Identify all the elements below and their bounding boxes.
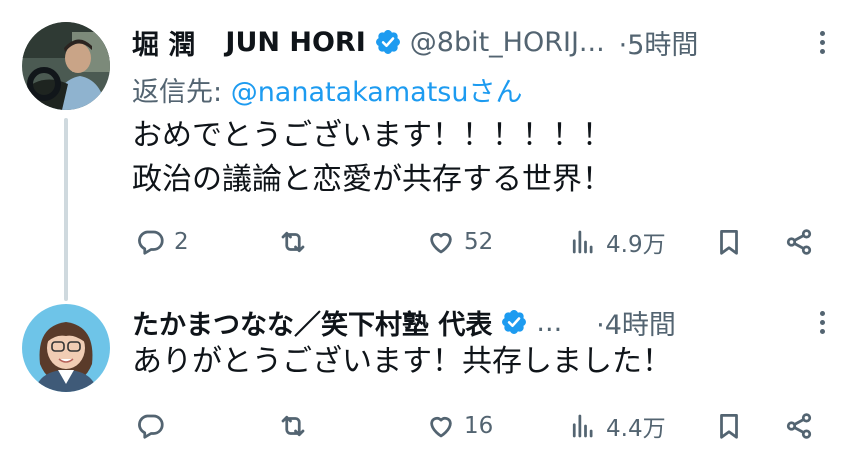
avatar-image [22, 304, 110, 392]
bookmark-button[interactable] [714, 222, 744, 262]
share-button[interactable] [784, 406, 814, 446]
retweet-button[interactable] [278, 222, 316, 262]
tweet-header: 堀 潤 JUN HORI @8bit_HORIJ... ·5時間 [132, 20, 828, 64]
display-name[interactable]: たかまつなな／笑下村塾 代表 [132, 303, 492, 342]
share-icon [786, 413, 812, 439]
tweet-1[interactable]: 堀 潤 JUN HORI @8bit_HORIJ... ·5時間 返信先: @n… [0, 0, 864, 301]
like-button[interactable]: 52 [426, 222, 493, 262]
like-count: 52 [464, 229, 494, 255]
like-button[interactable]: 16 [426, 406, 493, 446]
share-icon [786, 229, 812, 255]
bookmark-icon [720, 230, 738, 255]
display-name-en[interactable]: JUN HORI [225, 27, 365, 58]
avatar-image [22, 22, 110, 110]
verified-badge-icon[interactable] [374, 28, 402, 56]
action-bar: 16 4.4万 [132, 406, 832, 446]
user-handle[interactable]: @8bit_HORIJ... [410, 27, 605, 58]
retweet-icon [281, 231, 305, 253]
tweet-text: おめでとうございます！！！！！！ 政治の議論と恋愛が共存する世界！ [132, 114, 612, 202]
bookmark-button[interactable] [714, 406, 744, 446]
views-icon [572, 230, 593, 254]
tweet-text: ありがとうございます！共存しました！ [132, 340, 672, 384]
retweet-button[interactable] [278, 406, 316, 446]
avatar-takamatsu-nana[interactable] [22, 304, 110, 392]
like-icon [430, 233, 452, 254]
tweet-text-line: おめでとうございます！！！！！！ [132, 118, 612, 153]
share-button[interactable] [784, 222, 814, 262]
bookmark-icon [720, 414, 738, 439]
more-icon[interactable] [810, 22, 834, 62]
timestamp[interactable]: ·4時間 [596, 303, 676, 342]
views-icon [572, 414, 593, 438]
tweet-2[interactable]: たかまつなな／笑下村塾 代表 ... ·4時間 ありがとうございます！共存しまし… [0, 300, 864, 450]
views-button[interactable]: 4.9万 [568, 222, 666, 262]
reply-button[interactable]: 2 [136, 222, 189, 262]
reply-count: 2 [174, 229, 189, 255]
more-icon[interactable] [810, 302, 834, 342]
display-name[interactable]: 堀 潤 [132, 23, 195, 62]
like-count: 16 [464, 413, 494, 439]
tweet-text-line: ありがとうございます！共存しました！ [132, 344, 672, 379]
avatar-jun-hori[interactable] [22, 22, 110, 110]
reply-to-prefix: 返信先: [132, 77, 231, 108]
reply-to: 返信先: @nanatakamatsuさん [132, 70, 522, 109]
like-icon [430, 417, 452, 438]
reply-mention-link[interactable]: @nanatakamatsu [231, 77, 469, 108]
views-count: 4.4万 [606, 416, 666, 442]
thread-line [64, 118, 68, 301]
user-handle[interactable]: ... [536, 307, 562, 338]
views-button[interactable]: 4.4万 [568, 406, 666, 446]
views-count: 4.9万 [606, 232, 666, 258]
timestamp[interactable]: ·5時間 [619, 23, 699, 62]
retweet-icon [281, 415, 305, 437]
verified-badge-icon[interactable] [500, 308, 528, 336]
reply-to-suffix: さん [468, 77, 523, 108]
tweet-text-line: 政治の議論と恋愛が共存する世界！ [132, 162, 612, 197]
reply-icon [138, 414, 164, 439]
reply-icon [138, 230, 164, 255]
reply-button[interactable] [136, 406, 174, 446]
tweet-header: たかまつなな／笑下村塾 代表 ... ·4時間 [132, 300, 828, 344]
action-bar: 2 52 4.9万 [132, 222, 832, 262]
